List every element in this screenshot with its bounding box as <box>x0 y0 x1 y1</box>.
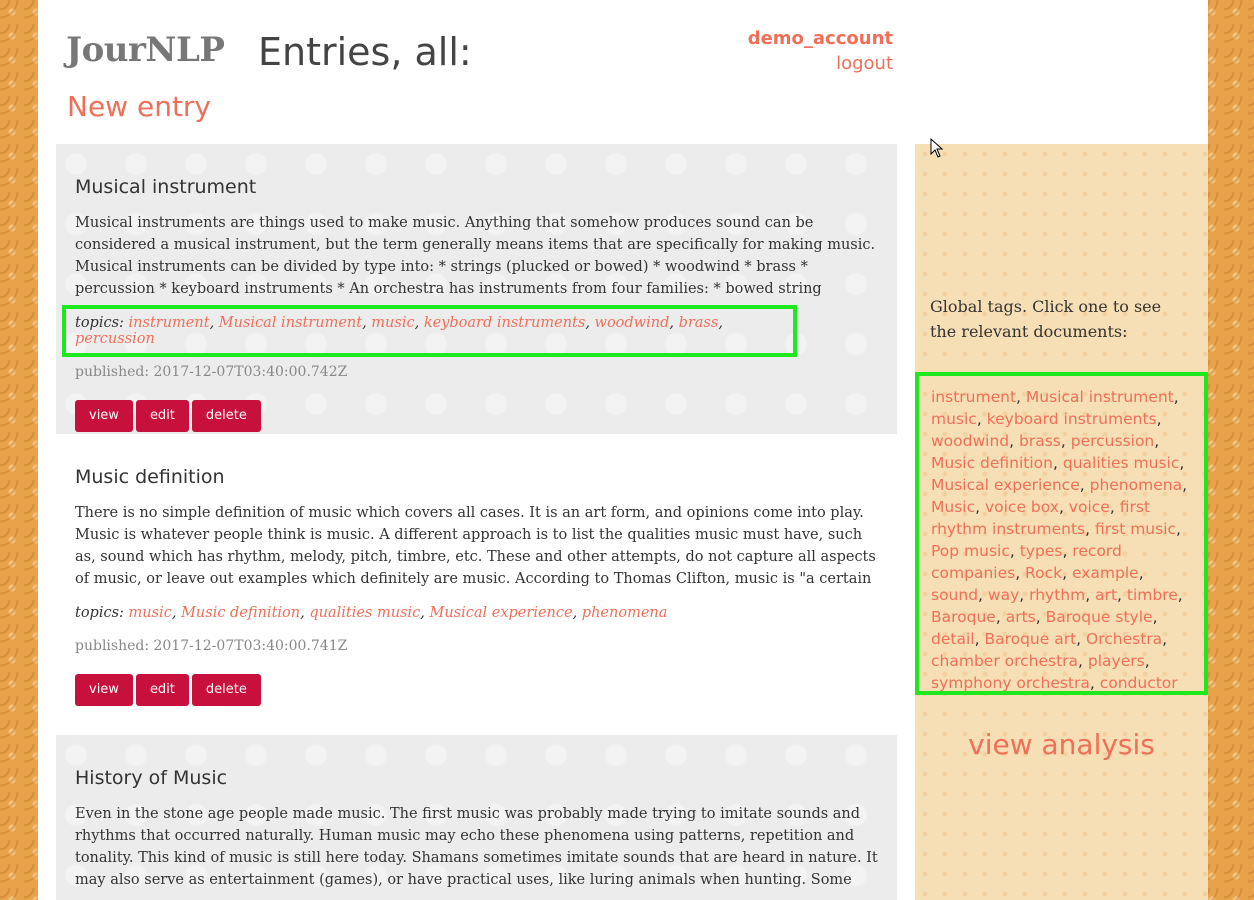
global-tag-link[interactable]: woodwind <box>931 432 1009 450</box>
global-tag-link[interactable]: rhythm <box>1029 586 1085 604</box>
topic-link[interactable]: music <box>129 605 172 621</box>
entry-title[interactable]: Musical instrument <box>75 176 878 198</box>
global-tag-link[interactable]: music <box>931 410 977 428</box>
global-tag-link[interactable]: chamber orchestra <box>931 652 1078 670</box>
entry-actions: view edit delete <box>75 674 878 706</box>
entry-card: Music definition There is no simple defi… <box>56 434 897 735</box>
global-tag-link[interactable]: Music <box>931 498 975 516</box>
entry-card: Musical instrument Musical instruments a… <box>56 144 897 434</box>
new-entry-link[interactable]: New entry <box>67 90 211 123</box>
global-tag-link[interactable]: Musical experience <box>931 476 1080 494</box>
global-tag-link[interactable]: Baroque style <box>1046 608 1153 626</box>
global-tag-link[interactable]: Baroque art <box>984 630 1076 648</box>
entry-title[interactable]: Music definition <box>75 466 878 488</box>
global-tag-link[interactable]: percussion <box>1071 432 1155 450</box>
published-date: published: 2017-12-07T03:40:00.741Z <box>75 638 348 654</box>
global-tag-link[interactable]: detail <box>931 630 975 648</box>
sidebar: Global tags. Click one to see the releva… <box>915 144 1208 900</box>
topics-label: topics: <box>75 315 124 331</box>
global-tag-link[interactable]: first music <box>1095 520 1176 538</box>
entry-body: There is no simple definition of music w… <box>75 505 876 587</box>
entries-list: Musical instrument Musical instruments a… <box>56 144 897 900</box>
delete-button[interactable]: delete <box>191 400 261 432</box>
topic-link[interactable]: brass <box>679 315 719 331</box>
view-button[interactable]: view <box>75 674 133 706</box>
topic-link[interactable]: keyboard instruments <box>424 315 586 331</box>
global-tag-link[interactable]: symphony orchestra <box>931 674 1090 692</box>
global-tag-link[interactable]: example <box>1072 564 1139 582</box>
logout-link[interactable]: logout <box>748 51 893 76</box>
global-tag-link[interactable]: players <box>1088 652 1145 670</box>
entry-topics: topics: music, Music definition, qualiti… <box>75 605 668 621</box>
entry-body: Even in the stone age people made music.… <box>75 806 878 888</box>
topic-link[interactable]: Musical instrument <box>219 315 362 331</box>
global-tag-link[interactable]: keyboard instruments <box>987 410 1157 428</box>
global-tag-link[interactable]: voice <box>1069 498 1110 516</box>
delete-button[interactable]: delete <box>191 674 261 706</box>
global-tag-link[interactable]: Music definition <box>931 454 1053 472</box>
global-tag-link[interactable]: arts <box>1006 608 1036 626</box>
topic-link[interactable]: Music definition <box>181 605 300 621</box>
global-tag-link[interactable]: art <box>1095 586 1117 604</box>
topic-link[interactable]: instrument <box>129 315 210 331</box>
mouse-cursor-icon <box>930 138 944 158</box>
global-tag-link[interactable]: Rock <box>1025 564 1062 582</box>
global-tag-link[interactable]: Orchestra <box>1086 630 1162 648</box>
global-tag-link[interactable]: conductor <box>1100 674 1178 692</box>
topic-link[interactable]: music <box>371 315 414 331</box>
entry-actions: view edit delete <box>75 400 878 432</box>
entry-body: Musical instruments are things used to m… <box>75 215 876 297</box>
view-analysis-link[interactable]: view analysis <box>915 728 1208 761</box>
global-tags-list: instrument, Musical instrument, music, k… <box>915 372 1208 695</box>
global-tag-link[interactable]: way <box>988 586 1019 604</box>
topic-link[interactable]: percussion <box>75 331 155 347</box>
global-tag-link[interactable]: timbre <box>1127 586 1178 604</box>
topic-link[interactable]: phenomena <box>582 605 668 621</box>
topic-link[interactable]: woodwind <box>595 315 670 331</box>
global-tag-link[interactable]: voice box <box>985 498 1059 516</box>
topics-label: topics: <box>75 605 124 621</box>
published-date: published: 2017-12-07T03:40:00.742Z <box>75 364 348 380</box>
global-tag-link[interactable]: Baroque <box>931 608 996 626</box>
global-tag-link[interactable]: sound <box>931 586 978 604</box>
global-tag-link[interactable]: Pop music <box>931 542 1010 560</box>
global-tag-link[interactable]: Musical instrument <box>1026 388 1174 406</box>
page-title: Entries, all: <box>258 30 472 74</box>
entry-title[interactable]: History of Music <box>75 767 878 789</box>
topic-link[interactable]: Musical experience <box>429 605 572 621</box>
global-tag-link[interactable]: types <box>1020 542 1063 560</box>
account-menu: demo_account logout <box>748 26 893 76</box>
username-link[interactable]: demo_account <box>748 26 893 51</box>
edit-button[interactable]: edit <box>135 400 189 432</box>
global-tags-heading: Global tags. Click one to see the releva… <box>930 297 1162 341</box>
global-tag-link[interactable]: brass <box>1019 432 1061 450</box>
page: JourNLP Entries, all: New entry demo_acc… <box>38 0 1208 900</box>
app-logo[interactable]: JourNLP <box>66 30 225 70</box>
global-tag-link[interactable]: instrument <box>931 388 1016 406</box>
global-tag-link[interactable]: qualities music <box>1063 454 1180 472</box>
view-button[interactable]: view <box>75 400 133 432</box>
entry-card: History of Music Even in the stone age p… <box>56 735 897 900</box>
global-tag-link[interactable]: phenomena <box>1090 476 1182 494</box>
topic-link[interactable]: qualities music <box>309 605 420 621</box>
entry-topics: topics: instrument, Musical instrument, … <box>62 305 797 357</box>
edit-button[interactable]: edit <box>135 674 189 706</box>
